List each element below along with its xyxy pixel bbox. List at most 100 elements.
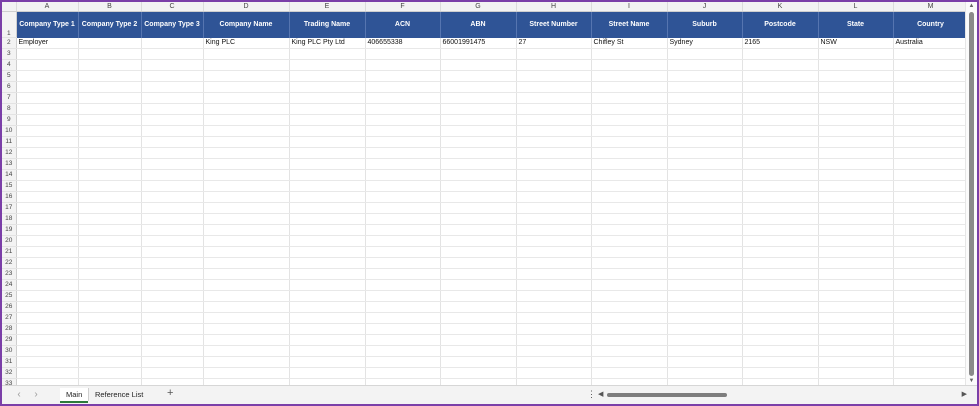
data-cell[interactable] <box>591 246 668 258</box>
data-cell[interactable] <box>16 48 79 60</box>
data-cell[interactable] <box>667 147 743 159</box>
data-cell[interactable] <box>141 235 204 247</box>
data-cell[interactable] <box>667 279 743 291</box>
data-cell[interactable] <box>78 268 142 280</box>
data-cell[interactable] <box>591 202 668 214</box>
data-cell[interactable] <box>289 92 366 104</box>
row-number[interactable]: 11 <box>2 136 17 148</box>
data-cell[interactable] <box>591 312 668 324</box>
data-cell[interactable] <box>742 202 819 214</box>
data-cell[interactable] <box>440 301 517 313</box>
data-cell[interactable] <box>893 213 966 225</box>
data-cell[interactable] <box>742 48 819 60</box>
data-cell[interactable] <box>365 169 441 181</box>
data-cell[interactable] <box>893 367 966 379</box>
data-cell[interactable] <box>141 367 204 379</box>
data-cell[interactable] <box>742 279 819 291</box>
data-cell[interactable] <box>516 246 592 258</box>
data-cell[interactable] <box>440 125 517 137</box>
data-cell[interactable] <box>516 59 592 71</box>
data-cell[interactable] <box>440 224 517 236</box>
triangle-right-icon[interactable]: ▶ <box>962 390 967 398</box>
data-cell[interactable] <box>516 312 592 324</box>
row-number[interactable]: 2 <box>2 37 17 49</box>
data-cell[interactable] <box>141 81 204 93</box>
data-cell[interactable] <box>818 180 894 192</box>
row-number[interactable]: 8 <box>2 103 17 115</box>
data-cell[interactable]: Employer <box>16 37 79 49</box>
data-cell[interactable] <box>289 81 366 93</box>
data-cell[interactable] <box>365 114 441 126</box>
data-cell[interactable] <box>289 136 366 148</box>
data-cell[interactable] <box>591 136 668 148</box>
data-cell[interactable] <box>516 334 592 346</box>
data-cell[interactable] <box>203 224 290 236</box>
data-cell[interactable] <box>591 114 668 126</box>
data-cell[interactable] <box>365 59 441 71</box>
data-cell[interactable] <box>591 257 668 269</box>
data-cell[interactable] <box>16 103 79 115</box>
data-cell[interactable] <box>893 246 966 258</box>
data-cell[interactable] <box>203 246 290 258</box>
data-cell[interactable] <box>818 268 894 280</box>
row-number[interactable]: 3 <box>2 48 17 60</box>
data-cell[interactable] <box>818 345 894 357</box>
row-number[interactable]: 15 <box>2 180 17 192</box>
data-cell[interactable] <box>440 136 517 148</box>
data-cell[interactable] <box>16 356 79 368</box>
data-cell[interactable] <box>742 323 819 335</box>
header-cell[interactable]: ACN <box>365 11 441 38</box>
data-cell[interactable] <box>818 257 894 269</box>
data-cell[interactable] <box>818 169 894 181</box>
data-cell[interactable] <box>365 367 441 379</box>
data-cell[interactable] <box>667 92 743 104</box>
column-header[interactable]: K <box>742 2 819 12</box>
data-cell[interactable] <box>591 92 668 104</box>
data-cell[interactable] <box>667 301 743 313</box>
header-cell[interactable]: Company Type 2 <box>78 11 142 38</box>
horizontal-scrollbar[interactable]: ◀ ▶ <box>598 391 967 399</box>
data-cell[interactable] <box>203 290 290 302</box>
row-number[interactable]: 24 <box>2 279 17 291</box>
data-cell[interactable] <box>78 59 142 71</box>
data-cell[interactable] <box>742 147 819 159</box>
data-cell[interactable] <box>365 136 441 148</box>
data-cell[interactable] <box>440 257 517 269</box>
data-cell[interactable] <box>591 103 668 115</box>
data-cell[interactable] <box>365 202 441 214</box>
data-cell[interactable] <box>440 290 517 302</box>
data-cell[interactable] <box>818 213 894 225</box>
data-cell[interactable] <box>516 158 592 170</box>
data-cell[interactable] <box>289 334 366 346</box>
data-cell[interactable] <box>203 169 290 181</box>
data-cell[interactable] <box>203 323 290 335</box>
data-cell[interactable] <box>78 114 142 126</box>
data-cell[interactable] <box>591 367 668 379</box>
data-cell[interactable] <box>141 59 204 71</box>
data-cell[interactable] <box>440 48 517 60</box>
data-cell[interactable] <box>78 125 142 137</box>
vertical-dots-icon[interactable]: ⋮ <box>587 389 596 400</box>
data-cell[interactable] <box>16 301 79 313</box>
data-cell[interactable] <box>78 70 142 82</box>
row-number[interactable]: 32 <box>2 367 17 379</box>
data-cell[interactable] <box>893 312 966 324</box>
row-number[interactable]: 9 <box>2 114 17 126</box>
horizontal-scroll-thumb[interactable] <box>607 393 727 397</box>
data-cell[interactable] <box>893 70 966 82</box>
data-cell[interactable] <box>289 246 366 258</box>
data-cell[interactable]: King PLC Pty Ltd <box>289 37 366 49</box>
data-cell[interactable] <box>203 268 290 280</box>
data-cell[interactable] <box>667 81 743 93</box>
data-cell[interactable] <box>893 136 966 148</box>
data-cell[interactable] <box>516 191 592 203</box>
data-cell[interactable] <box>440 114 517 126</box>
data-cell[interactable] <box>16 257 79 269</box>
data-cell[interactable] <box>289 312 366 324</box>
data-cell[interactable] <box>893 92 966 104</box>
data-cell[interactable] <box>667 224 743 236</box>
column-header[interactable]: F <box>365 2 441 12</box>
column-header[interactable]: C <box>141 2 204 12</box>
data-cell[interactable] <box>818 312 894 324</box>
data-cell[interactable] <box>289 180 366 192</box>
